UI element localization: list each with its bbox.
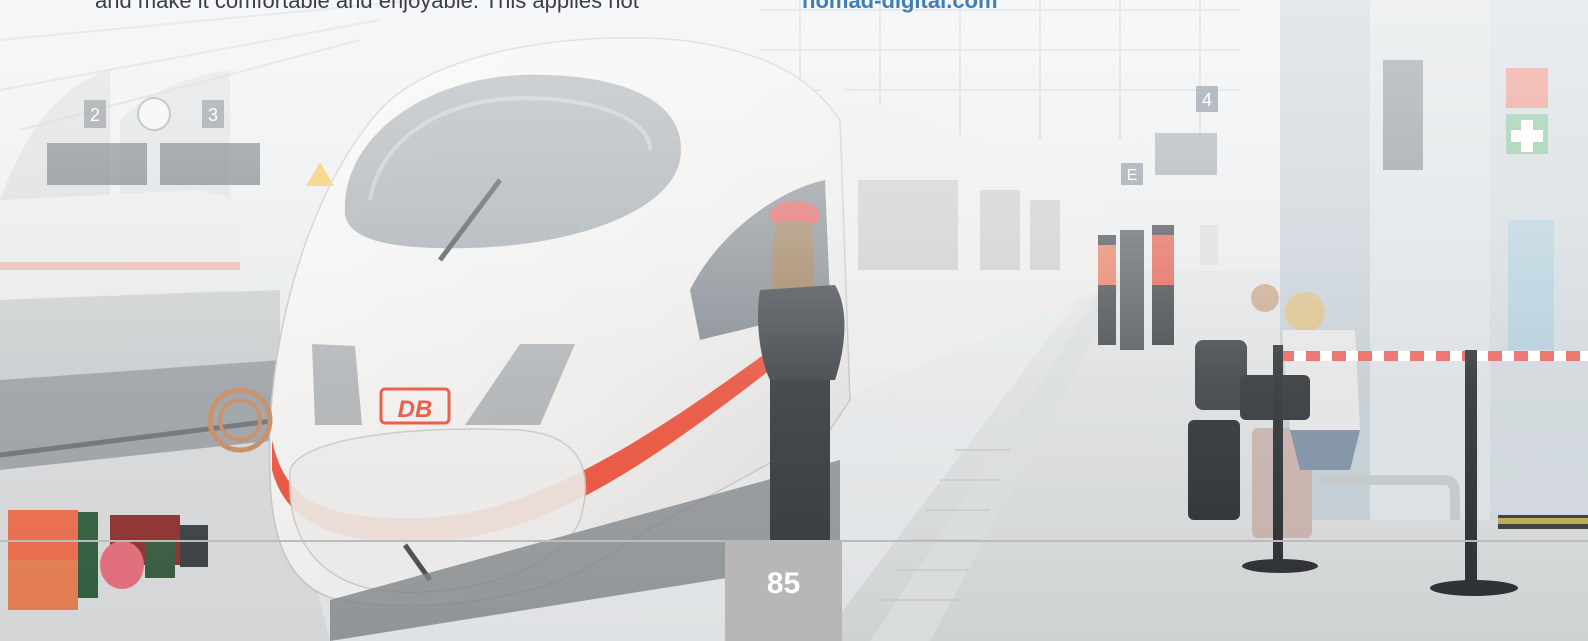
db-logo-text: DB: [398, 396, 433, 423]
page-number: 85: [766, 566, 801, 600]
svg-text:4: 4: [1202, 90, 1212, 110]
svg-text:2: 2: [90, 105, 100, 125]
svg-text:E: E: [1127, 167, 1138, 184]
svg-text:3: 3: [208, 105, 218, 125]
website-link[interactable]: nomad-digital.com: [802, 0, 998, 15]
magazine-page: 2 3 4 DB E and make it comfortable and e…: [0, 0, 1588, 641]
page-number-box: 85: [725, 540, 842, 641]
article-body-text: and make it comfortable and enjoyable. T…: [95, 0, 639, 13]
